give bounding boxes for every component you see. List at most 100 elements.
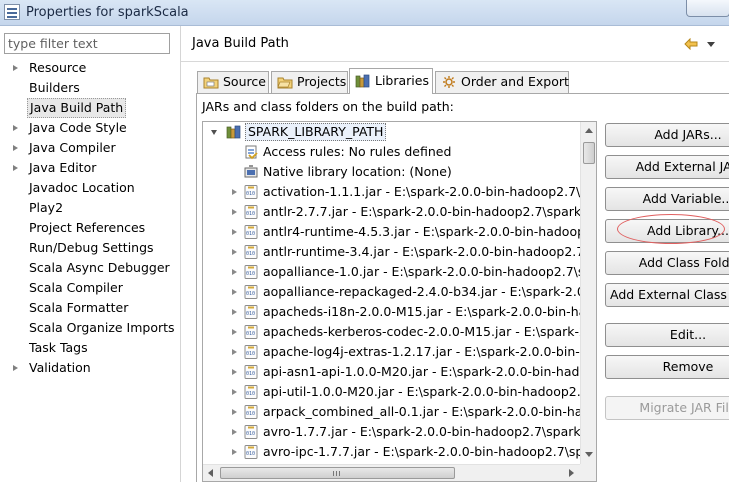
migrate-jar-file-button[interactable]: Migrate JAR File	[605, 396, 729, 420]
tree-row-jar[interactable]: 010 apache-log4j-extras-1.2.17.jar - E:\s…	[203, 342, 596, 362]
tree-row-native-library[interactable]: Native library location: (None)	[203, 162, 596, 182]
nav-item-scala-organize-imports[interactable]: Scala Organize Imports	[0, 318, 180, 338]
tree-row-jar[interactable]: 010 antlr-runtime-3.4.jar - E:\spark-2.0.…	[203, 242, 596, 262]
add-jars-button[interactable]: Add JARs...	[605, 123, 729, 147]
filter-input[interactable]	[4, 33, 170, 54]
tree-row-jar[interactable]: 010 antlr-2.7.7.jar - E:\spark-2.0.0-bin-…	[203, 202, 597, 222]
expand-arrow-icon[interactable]	[232, 309, 237, 315]
nav-item-label: Run/Debug Settings	[29, 240, 154, 255]
nav-item-label: Java Code Style	[29, 120, 127, 135]
expand-arrow-icon[interactable]	[13, 365, 18, 371]
expand-arrow-icon[interactable]	[232, 269, 237, 275]
tree-row-access-rules-label: Access rules: No rules defined	[263, 144, 452, 159]
svg-text:010: 010	[246, 451, 255, 457]
nav-item-builders[interactable]: Builders	[0, 78, 180, 98]
libraries-tree[interactable]: SPARK_LIBRARY_PATH Access rules: No rules…	[202, 121, 597, 482]
tree-row-jar[interactable]: 010 avro-ipc-1.7.7.jar - E:\spark-2.0.0-b…	[203, 442, 597, 462]
nav-item-play2[interactable]: Play2	[0, 198, 180, 218]
add-external-class-folder-button[interactable]: Add External Class F	[605, 283, 729, 307]
expand-arrow-icon[interactable]	[13, 65, 18, 71]
tab-source-label: Source	[223, 74, 266, 89]
nav-item-scala-compiler[interactable]: Scala Compiler	[0, 278, 180, 298]
scroll-down-arrow-icon[interactable]	[585, 452, 593, 457]
tree-row-jar-label: arpack_combined_all-0.1.jar - E:\spark-2…	[263, 404, 597, 419]
remove-button[interactable]: Remove	[605, 355, 729, 379]
expand-arrow-icon[interactable]	[232, 229, 237, 235]
tab-libraries[interactable]: Libraries	[349, 68, 433, 94]
edit-button[interactable]: Edit...	[605, 323, 729, 347]
expand-arrow-icon[interactable]	[232, 389, 237, 395]
jar-file-icon: 010	[244, 425, 258, 439]
nav-item-resource[interactable]: Resource	[0, 58, 180, 78]
expand-arrow-icon[interactable]	[232, 189, 237, 195]
scroll-up-arrow-icon[interactable]	[585, 128, 593, 133]
nav-item-run-debug-settings[interactable]: Run/Debug Settings	[0, 238, 180, 258]
jar-file-icon: 010	[244, 285, 258, 299]
vertical-scroll-thumb[interactable]	[583, 142, 595, 164]
add-library-button[interactable]: Add Library...	[605, 219, 729, 243]
tab-projects[interactable]: Projects	[271, 71, 348, 93]
access-rules-icon	[245, 145, 258, 160]
tree-row-jar[interactable]: 010 aopalliance-1.0.jar - E:\spark-2.0.0-…	[203, 262, 596, 282]
tree-row-jar-label: antlr-2.7.7.jar - E:\spark-2.0.0-bin-had…	[263, 204, 597, 219]
tree-row-jar[interactable]: 010 aopalliance-repackaged-2.4.0-b34.jar …	[203, 282, 596, 302]
expand-arrow-icon[interactable]	[232, 369, 237, 375]
tree-row-jar[interactable]: 010 apacheds-kerberos-codec-2.0.0-M15.jar…	[203, 322, 596, 342]
collapse-arrow-icon[interactable]	[211, 130, 217, 135]
scroll-left-arrow-icon[interactable]	[208, 469, 213, 477]
svg-text:010: 010	[246, 251, 255, 257]
tree-row-jar-label: avro-1.7.7.jar - E:\spark-2.0.0-bin-hado…	[263, 424, 597, 439]
nav-item-scala-async-debugger[interactable]: Scala Async Debugger	[0, 258, 180, 278]
tab-source[interactable]: Source	[197, 71, 269, 93]
tree-row-jar[interactable]: 010 arpack_combined_all-0.1.jar - E:\spar…	[203, 402, 597, 422]
svg-text:010: 010	[246, 291, 255, 297]
nav-item-java-build-path[interactable]: Java Build Path	[0, 98, 180, 118]
expand-arrow-icon[interactable]	[232, 329, 237, 335]
expand-arrow-icon[interactable]	[13, 165, 18, 171]
nav-item-validation[interactable]: Validation	[0, 358, 180, 378]
expand-arrow-icon[interactable]	[13, 125, 18, 131]
tree-row-spark-library-path[interactable]: SPARK_LIBRARY_PATH	[203, 122, 596, 142]
tree-row-access-rules[interactable]: Access rules: No rules defined	[203, 142, 596, 162]
nav-item-project-references[interactable]: Project References	[0, 218, 180, 238]
tree-row-jar[interactable]: 010 apacheds-i18n-2.0.0-M15.jar - E:\spar…	[203, 302, 596, 322]
expand-arrow-icon[interactable]	[232, 209, 237, 215]
expand-arrow-icon[interactable]	[232, 409, 237, 415]
add-class-folder-button[interactable]: Add Class Folde	[605, 251, 729, 275]
expand-arrow-icon[interactable]	[232, 249, 237, 255]
tree-row-jar[interactable]: 010 api-asn1-api-1.0.0-M20.jar - E:\spark…	[203, 362, 596, 382]
nav-item-scala-formatter[interactable]: Scala Formatter	[0, 298, 180, 318]
expand-arrow-icon[interactable]	[232, 449, 237, 455]
add-external-jars-button[interactable]: Add External JAR	[605, 155, 729, 179]
tree-row-jar[interactable]: 010 antlr4-runtime-4.5.3.jar - E:\spark-2…	[203, 222, 597, 242]
tree-row-jar[interactable]: 010 api-util-1.0.0-M20.jar - E:\spark-2.0…	[203, 382, 596, 402]
nav-item-java-editor[interactable]: Java Editor	[0, 158, 180, 178]
tree-row-jar-label: antlr4-runtime-4.5.3.jar - E:\spark-2.0.…	[263, 224, 597, 239]
view-menu-chevron-icon[interactable]	[707, 42, 715, 47]
jar-file-icon: 010	[244, 205, 258, 219]
expand-arrow-icon[interactable]	[13, 145, 18, 151]
tab-order-and-export[interactable]: Order and Export	[435, 71, 569, 93]
tab-libraries-label: Libraries	[375, 73, 429, 88]
horizontal-scroll-thumb[interactable]	[220, 467, 455, 479]
projects-folder-icon	[277, 77, 293, 89]
window-close-button[interactable]	[686, 0, 729, 17]
nav-item-task-tags[interactable]: Task Tags	[0, 338, 180, 358]
expand-arrow-icon[interactable]	[232, 429, 237, 435]
nav-item-java-code-style[interactable]: Java Code Style	[0, 118, 180, 138]
page-header: Java Build Path	[181, 26, 729, 62]
tree-row-native-library-label: Native library location: (None)	[263, 164, 452, 179]
expand-arrow-icon[interactable]	[232, 349, 237, 355]
tree-row-jar[interactable]: 010 avro-1.7.7.jar - E:\spark-2.0.0-bin-h…	[203, 422, 597, 442]
back-arrow-icon[interactable]	[684, 38, 698, 50]
nav-item-java-compiler[interactable]: Java Compiler	[0, 138, 180, 158]
nav-item-javadoc-location[interactable]: Javadoc Location	[0, 178, 180, 198]
vertical-scrollbar[interactable]	[580, 122, 596, 464]
horizontal-scrollbar[interactable]	[203, 464, 580, 481]
add-variable-button[interactable]: Add Variable...	[605, 187, 729, 211]
expand-arrow-icon[interactable]	[232, 289, 237, 295]
tree-row-jar-label: avro-ipc-1.7.7.jar - E:\spark-2.0.0-bin-…	[263, 444, 597, 459]
tree-row-jar[interactable]: 010 activation-1.1.1.jar - E:\spark-2.0.0…	[203, 182, 596, 202]
jar-file-icon: 010	[244, 365, 258, 379]
scroll-right-arrow-icon[interactable]	[569, 469, 574, 477]
